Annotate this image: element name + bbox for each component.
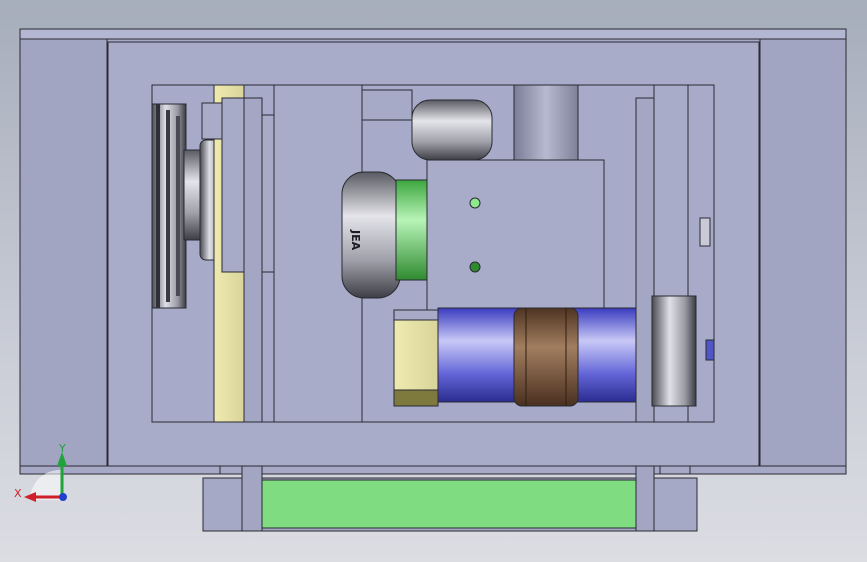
mounting-plate[interactable] <box>426 159 605 311</box>
part-label: JEA <box>349 229 362 251</box>
lower-motor-assembly[interactable] <box>393 307 639 407</box>
vertical-pipe[interactable] <box>513 84 579 161</box>
z-axis-dot-icon <box>59 493 67 501</box>
mount-hole-icon <box>469 261 481 273</box>
mount-hole-icon <box>469 197 481 209</box>
gear-motor-end-cap[interactable]: JEA <box>341 171 433 299</box>
triad-x-label: X <box>14 487 22 500</box>
coupling[interactable] <box>513 307 579 407</box>
cad-viewport[interactable]: JEA Y X <box>0 0 867 562</box>
base-rail[interactable] <box>202 465 698 532</box>
cad-model-view[interactable]: JEA Y X <box>0 0 867 562</box>
right-support-plates[interactable] <box>635 84 715 423</box>
green-base-plate[interactable] <box>257 479 643 529</box>
triad-y-label: Y <box>58 442 66 455</box>
